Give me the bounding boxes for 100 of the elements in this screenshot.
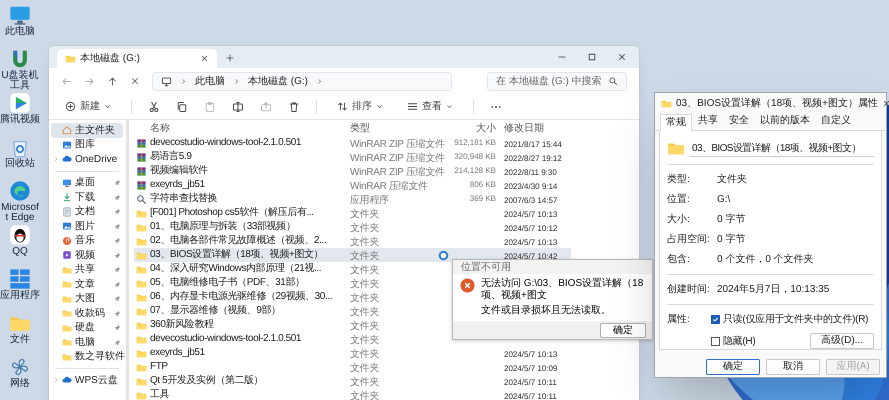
sidebar-item[interactable]: 音乐 [51,234,123,248]
chevron-icon [376,103,383,110]
column-header[interactable]: 大小 [446,120,496,136]
file-row[interactable]: [F001] Photoshop cs5软件（解压后有... 文件夹 2024/5/7 10:13 [134,206,571,220]
chevron-icon[interactable] [53,377,59,384]
scissors-icon[interactable] [148,100,160,112]
window-tab[interactable]: 本地磁盘 (G:) [57,49,217,68]
desktop-icon-label[interactable]: 腾讯视频 [0,115,40,125]
dialog-button[interactable]: 取消 [766,359,820,375]
file-row[interactable]: exeyrds_jb51 WinRAR 压缩文件 806 KB 2023/4/30 9:14 [134,178,571,192]
tab[interactable]: 以前的版本 [755,113,815,130]
address-bar[interactable]: 此电脑 本地磁盘 (G:) [152,72,452,90]
close-icon[interactable] [200,54,209,63]
sidebar-item[interactable]: WPS云盘 [51,373,123,388]
breadcrumb-item[interactable]: 此电脑 [195,74,225,88]
sidebar-item[interactable]: 共享 [51,262,123,277]
sidebar-item[interactable]: 电脑 [51,335,123,350]
tab[interactable]: 共享 [693,113,723,130]
desktop-icon-label[interactable]: U盘装机工具 [0,71,40,91]
checkbox-label[interactable]: 隐藏(H) [723,334,756,348]
tiles-icon[interactable] [9,268,31,290]
sidebar-item[interactable]: 收款码 [51,306,123,320]
file-row[interactable]: 02、电脑各部件常见故障概述（视频、2... 文件夹 2024/5/7 10:13 [134,234,571,248]
desktop-icon-label[interactable]: 文件 [10,335,30,345]
penguin-icon[interactable] [9,224,31,246]
modified-date: 2024/5/7 10:13 [504,350,558,359]
sidebar-item[interactable]: 大图 [51,292,123,306]
sort-button[interactable]: 排序 [333,97,387,116]
checkbox-label[interactable]: 只读(仅应用于文件夹中的文件)(R) [723,312,868,327]
file-row[interactable]: devecostudio-windows-tool-2.1.0.501 文件夹 [134,332,571,346]
pinwheel-icon[interactable] [9,356,31,378]
file-row[interactable]: 01、电脑原理与拆装（33部视频） 文件夹 2024/5/7 10:12 [134,220,571,234]
close-icon[interactable] [882,98,889,108]
file-row[interactable]: 360新风险教程 文件夹 [134,318,571,332]
maximize-icon[interactable] [587,52,597,62]
cross-icon[interactable] [130,76,140,86]
column-header[interactable]: 名称 [134,120,346,136]
desktop-icon-label[interactable]: 此电脑 [5,27,35,37]
clipboard-icon[interactable] [204,100,216,112]
tab[interactable]: 常规 [660,114,692,131]
file-row[interactable]: 易语言5.9 WinRAR ZIP 压缩文件 320,948 KB 2022/8/27 19:12 [134,150,571,164]
rename-icon[interactable] [232,100,244,112]
file-row[interactable]: Qt 5开发及实例（第二版） 文件夹 2024/5/7 10:11 [134,374,571,388]
browser-icon[interactable] [9,180,31,202]
dialog-button[interactable]: 确定 [706,359,760,375]
tab[interactable]: 安全 [724,113,754,130]
computer-icon[interactable] [9,4,31,26]
sidebar-item[interactable]: 硬盘 [51,320,123,335]
new-button[interactable]: 新建 [61,97,115,116]
play-icon[interactable] [9,92,31,114]
file-name: 视频编辑软件 [150,165,208,177]
sidebar-item[interactable]: 图库 [51,138,123,152]
file-row[interactable]: 工具 文件夹 2024/5/7 10:11 [134,388,571,400]
checkbox[interactable] [711,336,720,346]
file-type: WinRAR ZIP 压缩文件 [350,153,445,164]
sidebar-item[interactable]: 文档 [51,204,123,219]
view-button[interactable]: 查看 [403,97,457,116]
plus-icon[interactable] [225,53,235,63]
desktop-icon-label[interactable]: 应用程序 [0,291,40,301]
folder-icon [62,264,72,275]
folder-icon [62,322,72,333]
folder-icon [65,53,76,64]
error-icon [460,278,475,293]
copy-icon[interactable] [176,100,188,112]
desktop-icon-label[interactable]: 网络 [10,379,30,389]
file-row[interactable]: exeyrds_jb51 文件夹 2024/5/7 10:13 [134,346,571,360]
close-icon[interactable] [617,52,627,62]
column-header[interactable]: 类型 [346,120,446,136]
trash-icon[interactable] [288,100,300,112]
sidebar-item[interactable]: 数之寻软件 [51,350,123,364]
sidebar-item[interactable]: 文章 [51,277,123,292]
sidebar-item[interactable]: 主文件夹 [51,123,123,138]
file-row[interactable]: 字符串查找替换 应用程序 369 KB 2007/6/3 14:57 [134,192,571,206]
file-row[interactable]: 视频编辑软件 WinRAR ZIP 压缩文件 214,128 KB 2022/8/11 9:30 [134,164,571,178]
file-name: 04、深入研究Windows内部原理（21视... [150,263,322,275]
breadcrumb-item[interactable]: 本地磁盘 (G:) [248,74,308,88]
file-row[interactable]: devecostudio-windows-tool-2.1.0.501 WinRAR ZIP 压缩文件 912,181 KB 2021/8/17 15:44 [134,136,571,150]
sidebar-item[interactable]: 视频 [51,248,123,262]
file-type: 文件夹 [350,265,380,276]
chevron-icon[interactable] [53,156,59,162]
sidebar-item[interactable]: OneDrive [51,152,123,166]
up-arrow-icon[interactable] [107,76,118,86]
search-field[interactable]: 在 本地磁盘 (G:) 中搜索 [487,72,627,90]
sidebar-item[interactable]: 图片 [51,219,123,234]
view-list-icon [407,101,418,112]
column-header[interactable]: 修改日期 [496,120,571,136]
desktop-icon-label[interactable]: QQ [12,247,28,257]
picture-icon [62,140,72,150]
sidebar-item[interactable]: 下载 [51,190,123,204]
file-type: 文件夹 [350,321,380,332]
tab[interactable]: 自定义 [816,113,856,130]
file-row[interactable]: FTP 文件夹 2024/5/7 10:09 [134,360,571,374]
file-row[interactable]: 03、BIOS设置详解（18项、视频+图文） 文件夹 2024/5/7 10:42 [134,248,571,262]
desktop-icon-label[interactable]: 回收站 [5,159,35,169]
ok-button[interactable]: 确定 [600,322,646,338]
checkbox[interactable] [711,315,720,324]
desktop-icon-label[interactable]: Microsoft Edge [0,203,40,223]
folder-name-field[interactable]: 03、BIOS设置详解（18项、视频+图文） [690,139,874,157]
sidebar-item[interactable]: 桌面 [51,176,123,190]
advanced-button[interactable]: 高级(D)... [810,333,874,349]
